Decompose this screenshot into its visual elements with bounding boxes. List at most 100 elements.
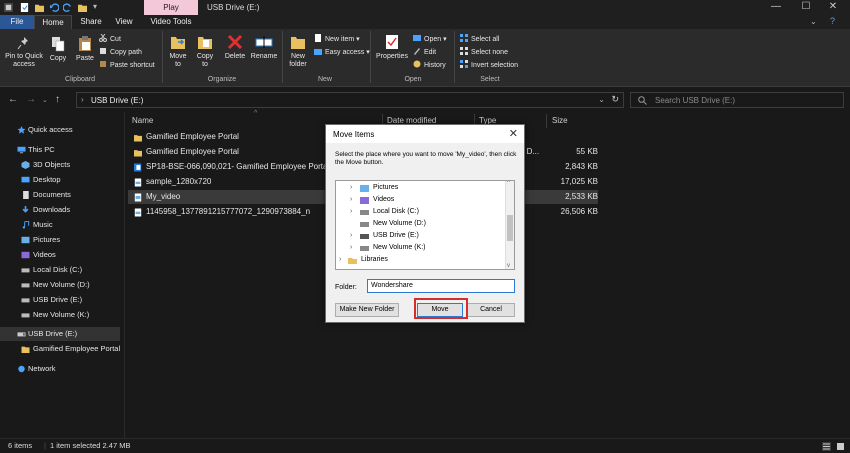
refresh-icon[interactable]: ↻ <box>611 94 619 105</box>
nav-item-quick-access[interactable]: Quick access <box>0 123 120 137</box>
minimize-button[interactable]: — <box>769 1 783 12</box>
tree-item-usb-drive-e[interactable]: › USB Drive (E:) <box>336 230 506 242</box>
delete-button[interactable]: Delete <box>223 34 247 61</box>
search-input[interactable]: Search USB Drive (E:) <box>630 92 844 108</box>
nav-item-network[interactable]: Network <box>0 362 120 376</box>
collapse-ribbon-icon[interactable]: ⌄ <box>810 17 817 26</box>
scroll-down-icon[interactable]: v <box>507 263 510 269</box>
scroll-up-icon[interactable]: ^ <box>507 181 510 186</box>
folder-name-input[interactable]: Wondershare <box>367 279 515 293</box>
help-icon[interactable]: ? <box>830 16 835 26</box>
select-none-button[interactable]: Select none <box>460 47 508 57</box>
expand-chevron-icon[interactable]: › <box>350 182 352 194</box>
nav-item-usb-drive-e-root[interactable]: USB Drive (E:) <box>0 327 120 341</box>
nav-label: Pictures <box>33 235 61 244</box>
redo-icon[interactable] <box>63 3 72 12</box>
properties-button[interactable]: Properties <box>374 34 410 61</box>
make-new-folder-button[interactable]: Make New Folder <box>335 303 399 317</box>
tab-video-tools[interactable]: Video Tools <box>146 15 196 29</box>
address-dropdown-icon[interactable]: ⌄ <box>598 95 605 104</box>
new-folder-button[interactable]: New folder <box>285 34 311 69</box>
tree-item-libraries[interactable]: › Libraries <box>336 254 506 266</box>
edit-button[interactable]: Edit <box>413 47 436 57</box>
copy-to-button[interactable]: Copy to <box>193 34 217 69</box>
history-button[interactable]: History <box>413 60 446 70</box>
tab-share[interactable]: Share <box>76 15 106 29</box>
pane-divider[interactable] <box>124 112 125 438</box>
nav-item-3d-objects[interactable]: 3D Objects <box>0 158 120 172</box>
dialog-instruction: Select the place where you want to move … <box>335 151 517 166</box>
new-item-button[interactable]: New item ▾ <box>314 34 360 44</box>
maximize-button[interactable]: ☐ <box>799 1 813 12</box>
cut-button[interactable]: Cut <box>99 34 121 44</box>
dialog-close-button[interactable]: ✕ <box>509 127 518 140</box>
nav-item-desktop[interactable]: Desktop <box>0 173 120 187</box>
easy-access-button[interactable]: Easy access ▾ <box>314 47 370 57</box>
tab-file[interactable]: File <box>0 15 34 29</box>
paste-shortcut-button[interactable]: Paste shortcut <box>99 60 155 70</box>
nav-item-local-disk-c[interactable]: Local Disk (C:) <box>0 263 120 277</box>
recent-locations-icon[interactable]: ⌄ <box>42 96 48 104</box>
quick-access-dropdown-icon[interactable]: ▾ <box>93 2 97 11</box>
folder-label: Folder: <box>335 284 357 291</box>
nav-item-new-volume-k[interactable]: New Volume (K:) <box>0 308 120 322</box>
app-icon <box>4 3 13 12</box>
nav-item-gamified-employee-portal[interactable]: Gamified Employee Portal <box>0 342 120 356</box>
nav-item-music[interactable]: Music <box>0 218 120 232</box>
nav-item-this-pc[interactable]: This PC <box>0 143 120 157</box>
close-button[interactable]: ✕ <box>826 1 840 12</box>
tab-view[interactable]: View <box>110 15 138 29</box>
status-selection: 1 item selected 2.47 MB <box>50 441 131 450</box>
column-divider[interactable] <box>546 114 547 128</box>
expand-chevron-icon[interactable]: › <box>350 230 352 242</box>
dialog-title-bar[interactable]: Move Items ✕ <box>326 125 524 143</box>
invert-selection-button[interactable]: Invert selection <box>460 60 518 70</box>
drive-icon <box>360 246 369 251</box>
tab-home[interactable]: Home <box>34 15 72 29</box>
tree-item-local-disk-c[interactable]: › Local Disk (C:) <box>336 206 506 218</box>
nav-item-videos[interactable]: Videos <box>0 248 120 262</box>
videos-icon <box>21 251 30 259</box>
up-arrow-icon[interactable]: ↑ <box>55 94 60 105</box>
tree-item-pictures[interactable]: › Pictures <box>336 182 506 194</box>
column-header-name[interactable]: Name <box>132 114 153 128</box>
tree-item-videos[interactable]: › Videos <box>336 194 506 206</box>
nav-item-documents[interactable]: Documents <box>0 188 120 202</box>
move-to-button[interactable]: Move to <box>166 34 190 69</box>
folder-tree[interactable]: › Pictures › Videos › Local Disk (C:) Ne… <box>335 180 515 270</box>
nav-label: New Volume (D:) <box>33 280 90 289</box>
nav-item-new-volume-d[interactable]: New Volume (D:) <box>0 278 120 292</box>
scroll-thumb[interactable] <box>507 215 513 241</box>
ribbon-separator <box>162 31 163 83</box>
tree-label: USB Drive (E:) <box>373 232 419 239</box>
open-button[interactable]: Open ▾ <box>413 34 447 44</box>
forward-arrow-icon[interactable]: → <box>26 94 36 105</box>
properties-quick-icon[interactable] <box>20 3 29 12</box>
nav-item-downloads[interactable]: Downloads <box>0 203 120 217</box>
copy-button[interactable]: Copy <box>48 36 68 63</box>
pin-to-quick-access-button[interactable]: Pin to Quick access <box>3 36 45 69</box>
new-folder-icon <box>291 37 305 49</box>
rename-button[interactable]: Rename <box>249 34 279 61</box>
large-icons-view-icon[interactable] <box>836 442 845 451</box>
cancel-button[interactable]: Cancel <box>467 303 515 317</box>
tree-item-new-volume-k[interactable]: › New Volume (K:) <box>336 242 506 254</box>
address-bar[interactable]: › USB Drive (E:) ⌄ ↻ <box>76 92 624 108</box>
column-header-size[interactable]: Size <box>552 114 568 128</box>
back-arrow-icon[interactable]: ← <box>8 94 18 105</box>
details-view-icon[interactable] <box>822 442 831 451</box>
tree-scrollbar[interactable]: ^ v <box>505 181 514 269</box>
nav-item-pictures[interactable]: Pictures <box>0 233 120 247</box>
tree-item-new-volume-d[interactable]: New Volume (D:) <box>336 218 506 230</box>
select-all-button[interactable]: Select all <box>460 34 499 44</box>
expand-chevron-icon[interactable]: › <box>350 242 352 254</box>
paste-button[interactable]: Paste <box>73 36 97 63</box>
new-folder-quick-icon[interactable] <box>35 3 44 12</box>
play-context-tab[interactable]: Play <box>144 0 198 15</box>
expand-chevron-icon[interactable]: › <box>350 206 352 218</box>
undo-icon[interactable] <box>50 3 59 12</box>
expand-chevron-icon[interactable]: › <box>339 254 341 266</box>
copy-path-button[interactable]: Copy path <box>99 47 142 57</box>
expand-chevron-icon[interactable]: › <box>350 194 352 206</box>
nav-item-usb-drive-e[interactable]: USB Drive (E:) <box>0 293 120 307</box>
